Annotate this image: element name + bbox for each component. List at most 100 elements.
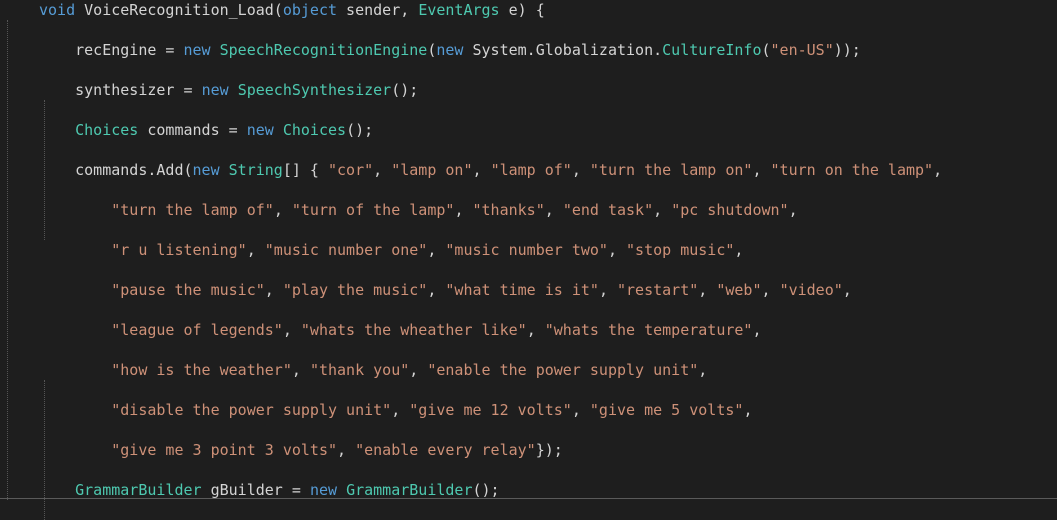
- code-token-pln: ,: [653, 201, 672, 219]
- code-token-pln: gBuilder =: [201, 481, 310, 499]
- code-line[interactable]: "disable the power supply unit", "give m…: [0, 400, 1057, 420]
- code-token-kw: new: [183, 41, 211, 59]
- code-line[interactable]: "pause the music", "play the music", "wh…: [0, 280, 1057, 300]
- code-line[interactable]: synthesizer = new SpeechSynthesizer();: [0, 80, 1057, 100]
- code-token-kw: new: [246, 121, 274, 139]
- code-token-pln: ,: [246, 241, 265, 259]
- code-token-typ: SpeechSynthesizer: [237, 81, 392, 99]
- code-token-str: "give me 5 volts": [589, 401, 744, 419]
- code-token-str: "whats the temperature": [544, 321, 753, 339]
- code-token-kw: new: [436, 41, 464, 59]
- code-token-pln: ,: [264, 281, 283, 299]
- code-token-str: "enable the power supply unit": [427, 361, 699, 379]
- code-token-str: "league of legends": [111, 321, 283, 339]
- code-token-str: "end task": [562, 201, 654, 219]
- code-token-pln: ,: [598, 281, 617, 299]
- code-token-str: "give me 3 point 3 volts": [111, 441, 338, 459]
- code-token-str: "video": [779, 281, 843, 299]
- code-token-pln: commands =: [138, 121, 247, 139]
- code-line[interactable]: "turn the lamp of", "turn of the lamp", …: [0, 200, 1057, 220]
- code-token-pln: ();: [391, 81, 419, 99]
- code-token-pln: recEngine =: [75, 41, 184, 59]
- code-token-pln: ,: [752, 321, 762, 339]
- code-token-typ: CultureInfo: [662, 41, 762, 59]
- code-token-str: "turn on the lamp": [770, 161, 934, 179]
- code-token-str: "what time is it": [445, 281, 599, 299]
- code-token-typ: GrammarBuilder: [75, 481, 202, 499]
- code-line[interactable]: recEngine = new SpeechRecognitionEngine (…: [0, 40, 1057, 60]
- code-token-pln: ,: [698, 281, 717, 299]
- code-token-str: "en-US": [770, 41, 834, 59]
- code-token-str: "lamp of": [490, 161, 572, 179]
- code-editor[interactable]: void VoiceRecognition_Load(object sender…: [0, 0, 1057, 520]
- code-token-str: "thanks": [472, 201, 545, 219]
- code-token-pln: System.Globalization.: [463, 41, 663, 59]
- code-token-pln: ,: [788, 201, 798, 219]
- code-token-typ: SpeechRecognitionEngine: [219, 41, 428, 59]
- code-token-str: "lamp on": [391, 161, 473, 179]
- code-token-pln: ,: [743, 401, 753, 419]
- code-token-str: "whats the wheather like": [300, 321, 527, 339]
- code-token-pln: ,: [273, 201, 292, 219]
- code-line[interactable]: Choices commands = new Choices();: [0, 120, 1057, 140]
- code-token-pln: ,: [409, 361, 428, 379]
- code-token-pln: [274, 121, 283, 139]
- code-token-pln: });: [535, 441, 563, 459]
- code-token-pln: VoiceRecognition_Load(: [75, 1, 283, 19]
- code-token-typ: Choices: [75, 121, 139, 139]
- code-line[interactable]: GrammarBuilder gBuilder = new GrammarBui…: [0, 480, 1057, 500]
- code-token-pln: commands.Add(: [75, 161, 193, 179]
- code-token-pln: [220, 161, 229, 179]
- code-token-str: "give me 12 volts": [409, 401, 572, 419]
- code-token-str: "enable every relay": [355, 441, 536, 459]
- code-line[interactable]: "give me 3 point 3 volts", "enable every…: [0, 440, 1057, 460]
- code-token-str: "cor": [328, 161, 374, 179]
- code-token-pln: sender,: [337, 1, 419, 19]
- code-token-pln: ,: [571, 401, 590, 419]
- code-token-str: "stop music": [626, 241, 735, 259]
- code-token-pln: ,: [842, 281, 852, 299]
- code-line[interactable]: void VoiceRecognition_Load(object sender…: [0, 0, 1057, 20]
- code-token-pln: ,: [734, 241, 744, 259]
- code-token-pln: ,: [698, 361, 708, 379]
- code-token-pln: synthesizer =: [75, 81, 202, 99]
- code-token-pln: ,: [472, 161, 491, 179]
- code-token-pln: (: [761, 41, 771, 59]
- code-token-typ: GrammarBuilder: [346, 481, 473, 499]
- code-line[interactable]: "league of legends", "whats the wheather…: [0, 320, 1057, 340]
- code-token-str: "r u listening": [111, 241, 247, 259]
- code-token-pln: ();: [472, 481, 500, 499]
- code-token-pln: ,: [373, 161, 392, 179]
- code-token-pln: ,: [282, 321, 301, 339]
- code-token-pln: ,: [454, 201, 473, 219]
- code-token-pln: [211, 41, 220, 59]
- code-token-pln: ,: [427, 281, 446, 299]
- code-token-pln: ,: [526, 321, 545, 339]
- code-token-str: "music number two": [445, 241, 608, 259]
- code-token-pln: ,: [337, 441, 356, 459]
- code-token-pln: ,: [752, 161, 771, 179]
- code-lines[interactable]: void VoiceRecognition_Load(object sender…: [0, 0, 1057, 520]
- code-line[interactable]: "how is the weather", "thank you", "enab…: [0, 360, 1057, 380]
- code-token-pln: [] {: [282, 161, 328, 179]
- code-token-str: "how is the weather": [111, 361, 292, 379]
- code-line[interactable]: commands.Add(new String[] { "cor", "lamp…: [0, 160, 1057, 180]
- code-token-pln: ,: [391, 401, 410, 419]
- code-token-pln: e) {: [499, 1, 545, 19]
- code-token-typ: Choices: [282, 121, 347, 139]
- code-token-kw: new: [192, 161, 220, 179]
- code-token-str: "web": [716, 281, 762, 299]
- code-token-pln: [337, 481, 346, 499]
- code-line[interactable]: "r u listening", "music number one", "mu…: [0, 240, 1057, 260]
- code-token-typ: String: [228, 161, 283, 179]
- code-token-str: "turn the lamp of": [111, 201, 274, 219]
